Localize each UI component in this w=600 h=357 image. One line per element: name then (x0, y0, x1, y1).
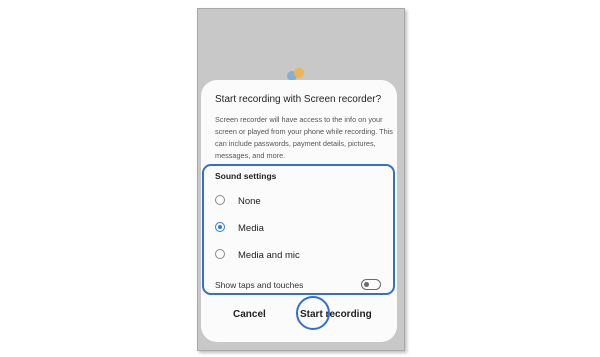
radio-media-and-mic[interactable] (215, 249, 225, 259)
radio-selected-dot (217, 224, 222, 229)
app-icon (287, 68, 304, 81)
show-taps-toggle[interactable] (361, 279, 381, 290)
option-label-none[interactable]: None (238, 196, 261, 207)
radio-none[interactable] (215, 195, 225, 205)
option-label-media[interactable]: Media (238, 223, 264, 234)
start-button-highlight-circle (296, 296, 330, 330)
dialog-description: Screen recorder will have access to the … (215, 115, 393, 160)
sound-settings-highlight (202, 164, 395, 295)
sound-settings-title: Sound settings (215, 171, 277, 181)
show-taps-label: Show taps and touches (215, 280, 304, 290)
radio-media[interactable] (215, 222, 225, 232)
dialog-title: Start recording with Screen recorder? (215, 94, 382, 105)
toggle-knob (363, 281, 369, 287)
option-label-media-and-mic[interactable]: Media and mic (238, 250, 300, 261)
cancel-button[interactable]: Cancel (233, 309, 266, 320)
